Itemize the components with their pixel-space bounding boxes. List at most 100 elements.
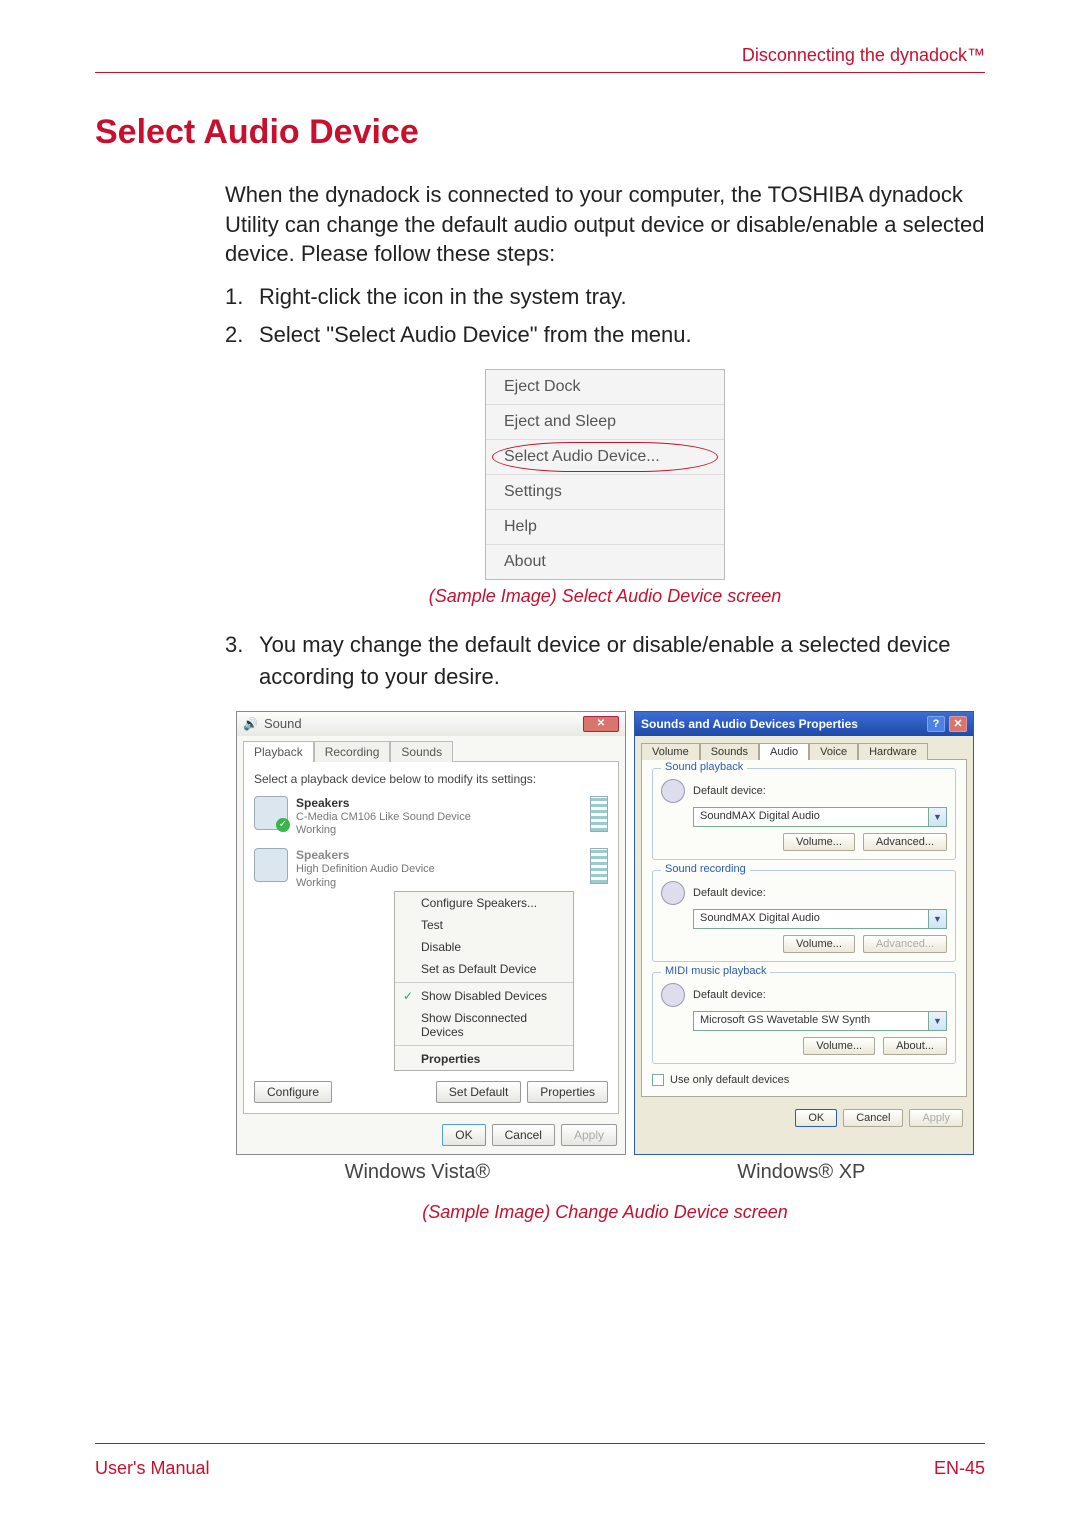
menu-item-help[interactable]: Help: [486, 510, 724, 545]
tab-voice[interactable]: Voice: [809, 743, 858, 760]
separator: [395, 1045, 573, 1046]
intro-paragraph: When the dynadock is connected to your c…: [225, 180, 985, 269]
chevron-down-icon[interactable]: ▼: [929, 909, 947, 929]
label-default-device: Default device:: [693, 887, 766, 899]
xp-window-title: Sounds and Audio Devices Properties: [641, 717, 927, 731]
vista-tabs: Playback Recording Sounds: [237, 736, 625, 761]
apply-button[interactable]: Apply: [561, 1124, 617, 1146]
playback-volume-button[interactable]: Volume...: [783, 833, 855, 851]
ctx-disable[interactable]: Disable: [395, 936, 573, 958]
label-windows-vista: Windows Vista®: [345, 1161, 491, 1184]
menu-item-settings[interactable]: Settings: [486, 475, 724, 510]
group-midi: MIDI music playback Default device: Micr…: [652, 972, 956, 1064]
configure-button[interactable]: Configure: [254, 1081, 332, 1103]
use-only-default-checkbox[interactable]: Use only default devices: [652, 1074, 956, 1086]
midi-icon: [661, 983, 685, 1007]
cancel-button[interactable]: Cancel: [492, 1124, 555, 1146]
tab-sounds[interactable]: Sounds: [390, 741, 453, 762]
check-icon: ✓: [276, 818, 290, 832]
footer-right: EN-45: [934, 1458, 985, 1479]
tab-playback[interactable]: Playback: [243, 741, 314, 762]
level-meter-icon: [590, 848, 608, 884]
ok-button[interactable]: OK: [795, 1109, 837, 1127]
label-default-device: Default device:: [693, 785, 766, 797]
device1-status: Working: [296, 824, 582, 838]
device-context-menu: Configure Speakers... Test Disable Set a…: [394, 891, 574, 1071]
ctx-test[interactable]: Test: [395, 914, 573, 936]
menu-item-eject-sleep[interactable]: Eject and Sleep: [486, 405, 724, 440]
close-button[interactable]: ✕: [949, 716, 967, 732]
tab-volume[interactable]: Volume: [641, 743, 700, 760]
xp-tabs: Volume Sounds Audio Voice Hardware: [635, 736, 973, 759]
device-row-2[interactable]: Speakers High Definition Audio Device Wo…: [254, 848, 608, 891]
recording-advanced-button[interactable]: Advanced...: [863, 935, 947, 953]
recording-device-select[interactable]: SoundMAX Digital Audio: [693, 909, 929, 929]
playback-advanced-button[interactable]: Advanced...: [863, 833, 947, 851]
ctx-show-disabled[interactable]: Show Disabled Devices: [395, 985, 573, 1007]
step-2: 2.Select "Select Audio Device" from the …: [225, 319, 985, 351]
speaker-icon: 🔊: [243, 717, 258, 731]
device1-sub: C-Media CM106 Like Sound Device: [296, 811, 582, 825]
apply-button[interactable]: Apply: [909, 1109, 963, 1127]
device2-status: Working: [296, 877, 582, 891]
menu-item-about[interactable]: About: [486, 545, 724, 579]
ctx-properties[interactable]: Properties: [395, 1048, 573, 1070]
device2-name: Speakers: [296, 848, 582, 863]
set-default-button[interactable]: Set Default: [436, 1081, 521, 1103]
help-button[interactable]: ?: [927, 716, 945, 732]
recording-volume-button[interactable]: Volume...: [783, 935, 855, 953]
step-3: 3.You may change the default device or d…: [225, 629, 985, 693]
separator: [395, 982, 573, 983]
tab-recording[interactable]: Recording: [314, 741, 391, 762]
menu-item-select-audio-device[interactable]: Select Audio Device...: [486, 440, 724, 475]
vista-hint: Select a playback device below to modify…: [254, 772, 608, 786]
header-rule: [95, 72, 985, 73]
microphone-icon: [661, 881, 685, 905]
group-sound-playback: Sound playback Default device: SoundMAX …: [652, 768, 956, 860]
tab-sounds[interactable]: Sounds: [700, 743, 759, 760]
vista-sound-window: 🔊 Sound ✕ Playback Recording Sounds Sele…: [236, 711, 626, 1155]
footer-left: User's Manual: [95, 1458, 209, 1479]
step-1-text: Right-click the icon in the system tray.: [259, 281, 627, 313]
speaker-icon: [661, 779, 685, 803]
group-title-recording: Sound recording: [661, 863, 750, 875]
ctx-configure-speakers[interactable]: Configure Speakers...: [395, 892, 573, 914]
step-2-text: Select "Select Audio Device" from the me…: [259, 319, 692, 351]
device-row-1[interactable]: ✓ Speakers C-Media CM106 Like Sound Devi…: [254, 796, 608, 839]
midi-device-select[interactable]: Microsoft GS Wavetable SW Synth: [693, 1011, 929, 1031]
group-title-midi: MIDI music playback: [661, 965, 770, 977]
device1-name: Speakers: [296, 796, 582, 811]
step-3-text: You may change the default device or dis…: [259, 629, 985, 693]
ctx-set-default[interactable]: Set as Default Device: [395, 958, 573, 980]
vista-window-title: Sound: [264, 716, 583, 731]
speaker-device-icon: [254, 848, 288, 882]
group-title-playback: Sound playback: [661, 761, 747, 773]
vista-titlebar: 🔊 Sound ✕: [237, 712, 625, 736]
close-button[interactable]: ✕: [583, 716, 619, 732]
xp-titlebar: Sounds and Audio Devices Properties ? ✕: [635, 712, 973, 736]
header-section-title: Disconnecting the dynadock™: [95, 45, 985, 66]
label-windows-xp: Windows® XP: [737, 1161, 865, 1184]
group-sound-recording: Sound recording Default device: SoundMAX…: [652, 870, 956, 962]
tab-audio[interactable]: Audio: [759, 743, 809, 760]
chevron-down-icon[interactable]: ▼: [929, 807, 947, 827]
xp-body: Sound playback Default device: SoundMAX …: [641, 759, 967, 1097]
cancel-button[interactable]: Cancel: [843, 1109, 903, 1127]
speaker-device-icon: ✓: [254, 796, 288, 830]
step-1: 1.Right-click the icon in the system tra…: [225, 281, 985, 313]
tab-hardware[interactable]: Hardware: [858, 743, 928, 760]
midi-about-button[interactable]: About...: [883, 1037, 947, 1055]
page-title: Select Audio Device: [95, 113, 985, 152]
ctx-show-disconnected[interactable]: Show Disconnected Devices: [395, 1007, 573, 1043]
tray-context-menu: Eject Dock Eject and Sleep Select Audio …: [485, 369, 725, 580]
ok-button[interactable]: OK: [442, 1124, 485, 1146]
xp-sounds-window: Sounds and Audio Devices Properties ? ✕ …: [634, 711, 974, 1155]
menu-item-eject-dock[interactable]: Eject Dock: [486, 370, 724, 405]
footer-rule: [95, 1443, 985, 1444]
playback-device-select[interactable]: SoundMAX Digital Audio: [693, 807, 929, 827]
vista-tab-body: Select a playback device below to modify…: [243, 761, 619, 1114]
chevron-down-icon[interactable]: ▼: [929, 1011, 947, 1031]
midi-volume-button[interactable]: Volume...: [803, 1037, 875, 1055]
checkbox-icon: [652, 1074, 664, 1086]
properties-button[interactable]: Properties: [527, 1081, 608, 1103]
